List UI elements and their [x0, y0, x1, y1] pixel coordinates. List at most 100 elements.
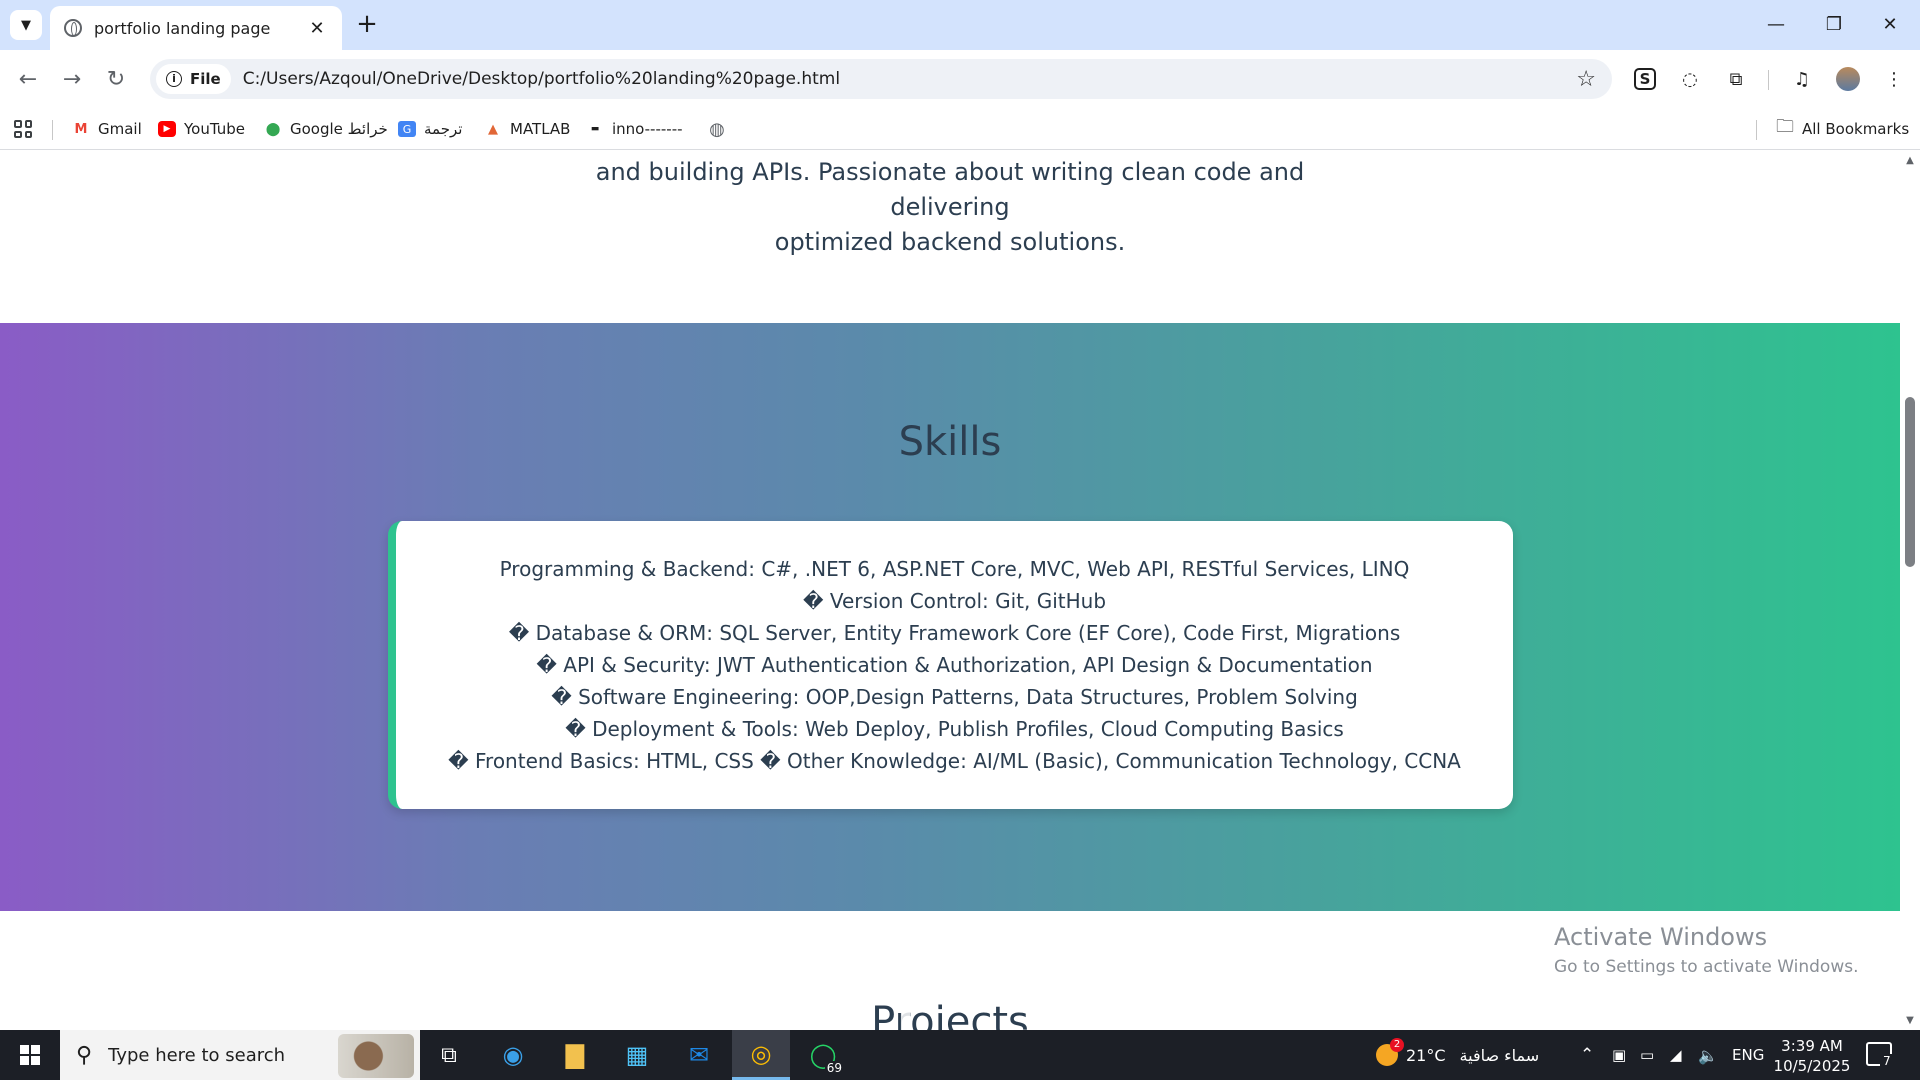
bookmark-label: inno-------: [612, 120, 683, 138]
activate-title: Activate Windows: [1554, 923, 1768, 951]
all-bookmarks-button[interactable]: 🗀 All Bookmarks: [1776, 108, 1909, 150]
search-icon: ⚲: [76, 1042, 93, 1068]
wifi-icon: ◢: [1670, 1046, 1682, 1064]
back-button[interactable]: ←: [12, 63, 44, 95]
restore-button[interactable]: ❐: [1814, 8, 1854, 40]
camera-icon: ▣: [1612, 1046, 1627, 1064]
bookmark-inno[interactable]: ▬ inno-------: [586, 108, 683, 150]
bookmark-star-icon[interactable]: ☆: [1576, 67, 1596, 92]
bookmark-label: YouTube: [184, 120, 245, 138]
browser-toolbar: ← → ↻ i File C:/Users/Azqoul/OneDrive/De…: [0, 50, 1920, 108]
profile-avatar[interactable]: [1836, 67, 1860, 91]
menu-kebab-icon[interactable]: ⋮: [1880, 65, 1908, 93]
scrollbar-thumb[interactable]: [1905, 397, 1915, 567]
bookmarks-bar: M Gmail ▶ YouTube ⬤ Google خرائط G ترجمة…: [0, 108, 1920, 150]
close-icon: ✕: [1882, 13, 1898, 35]
page-scrollbar[interactable]: ▲ ▼: [1900, 151, 1920, 1030]
bookmark-matlab[interactable]: ▲ MATLAB: [484, 108, 570, 150]
skill-item: � API & Security: JWT Authentication & A…: [536, 653, 1373, 677]
tab-strip: ▼ portfolio landing page ✕ + — ❐ ✕: [0, 0, 1920, 50]
weather-description: سماء صافية: [1459, 1045, 1540, 1065]
media-control-icon[interactable]: ♫: [1788, 65, 1816, 93]
all-bookmarks-label: All Bookmarks: [1802, 120, 1910, 138]
battery-button[interactable]: ▭: [1640, 1030, 1654, 1080]
extension-shield-icon[interactable]: ◌: [1676, 65, 1704, 93]
minimize-button[interactable]: —: [1756, 8, 1796, 40]
chevron-down-icon: ▼: [21, 17, 31, 33]
skills-heading: Skills: [898, 419, 1002, 465]
outlook-icon: ✉: [688, 1041, 710, 1069]
chevron-up-icon: ⌃: [1580, 1045, 1595, 1065]
matlab-icon: ▲: [488, 121, 498, 137]
skill-item: Programming & Backend: C#, .NET 6, ASP.N…: [499, 557, 1410, 581]
skill-item: � Deployment & Tools: Web Deploy, Publis…: [565, 717, 1344, 741]
inno-icon: ▬: [590, 124, 600, 134]
network-button[interactable]: ◢: [1670, 1030, 1682, 1080]
address-bar[interactable]: i File C:/Users/Azqoul/OneDrive/Desktop/…: [150, 59, 1612, 99]
volume-button[interactable]: 🔈: [1698, 1030, 1718, 1080]
page-viewport: and building APIs. Passionate about writ…: [0, 151, 1920, 1030]
forward-button[interactable]: →: [56, 63, 88, 95]
bookmark-label: Google خرائط: [290, 120, 388, 138]
temperature: 21°C: [1406, 1045, 1446, 1065]
apps-button[interactable]: [14, 108, 32, 150]
bookmark-label: ترجمة: [424, 120, 463, 138]
language-indicator[interactable]: ENG: [1732, 1030, 1764, 1080]
bookmarks-divider: [52, 120, 53, 140]
show-hidden-icons-button[interactable]: ⌃: [1580, 1030, 1594, 1080]
scroll-down-arrow-icon[interactable]: ▼: [1904, 1015, 1916, 1026]
extensions-puzzle-icon[interactable]: ⧉: [1722, 65, 1750, 93]
skill-item: � Version Control: Git, GitHub: [802, 589, 1107, 613]
translate-icon: G: [398, 121, 416, 137]
toolbar-divider: [1768, 70, 1769, 90]
activate-subtitle: Go to Settings to activate Windows.: [1554, 957, 1859, 977]
outlook-taskbar-button[interactable]: ✉: [670, 1030, 728, 1080]
meet-now-button[interactable]: ▣: [1612, 1030, 1626, 1080]
new-tab-button[interactable]: +: [352, 10, 382, 40]
close-tab-icon[interactable]: ✕: [306, 18, 328, 39]
edge-icon: ◉: [502, 1041, 524, 1069]
bookmark-label: MATLAB: [510, 120, 571, 138]
browser-tab[interactable]: portfolio landing page ✕: [50, 6, 342, 50]
clock-date: 10/5/2025: [1773, 1057, 1851, 1075]
task-view-icon: ⧉: [441, 1042, 457, 1068]
clock[interactable]: 3:39 AM 10/5/2025: [1772, 1036, 1852, 1076]
chrome-taskbar-button[interactable]: ◎: [732, 1030, 790, 1080]
bookmark-gmail[interactable]: M Gmail: [72, 108, 142, 150]
tab-search-button[interactable]: ▼: [10, 10, 42, 40]
weather-badge: 2: [1390, 1038, 1404, 1052]
youtube-icon: ▶: [158, 121, 176, 137]
weather-moon-icon: 2: [1376, 1038, 1404, 1066]
windows-logo-icon: [20, 1045, 40, 1065]
speaker-icon: 🔈: [1698, 1045, 1718, 1065]
search-placeholder: Type here to search: [108, 1044, 286, 1066]
folder-icon: 🗀: [1776, 116, 1794, 137]
scroll-up-arrow-icon[interactable]: ▲: [1904, 155, 1916, 166]
bookmark-google-maps[interactable]: ⬤ Google خرائط: [264, 108, 388, 150]
edge-taskbar-button[interactable]: ◉: [484, 1030, 542, 1080]
weather-widget[interactable]: 2 21°C سماء صافية: [1376, 1030, 1539, 1080]
intro-text: and building APIs. Passionate about writ…: [550, 151, 1350, 260]
file-explorer-taskbar-button[interactable]: ▇: [546, 1030, 604, 1080]
whatsapp-taskbar-button[interactable]: ◯ 69: [794, 1030, 852, 1080]
bookmark-translate[interactable]: G ترجمة: [398, 108, 462, 150]
reload-button[interactable]: ↻: [100, 63, 132, 95]
url-text[interactable]: C:/Users/Azqoul/OneDrive/Desktop/portfol…: [243, 69, 1577, 89]
minimize-icon: —: [1767, 13, 1785, 35]
notification-count: 7: [1880, 1054, 1894, 1068]
arrow-left-icon: ←: [18, 66, 38, 92]
skill-item: � Frontend Basics: HTML, CSS � Other Kno…: [448, 749, 1461, 773]
bookmark-globe[interactable]: ◍: [708, 108, 734, 150]
reload-icon: ↻: [106, 66, 126, 92]
skill-item: � Software Engineering: OOP,Design Patte…: [551, 685, 1358, 709]
s-extension-icon[interactable]: S: [1634, 68, 1656, 90]
bookmark-youtube[interactable]: ▶ YouTube: [158, 108, 245, 150]
start-button[interactable]: [0, 1030, 60, 1080]
task-view-button[interactable]: ⧉: [420, 1030, 478, 1080]
store-taskbar-button[interactable]: ▦: [608, 1030, 666, 1080]
site-info-chip[interactable]: i File: [156, 64, 231, 94]
close-window-button[interactable]: ✕: [1870, 8, 1910, 40]
bookmarks-divider: [1756, 120, 1757, 140]
skills-section: Skills Programming & Backend: C#, .NET 6…: [0, 323, 1900, 911]
taskbar-search[interactable]: ⚲ Type here to search: [60, 1030, 420, 1080]
